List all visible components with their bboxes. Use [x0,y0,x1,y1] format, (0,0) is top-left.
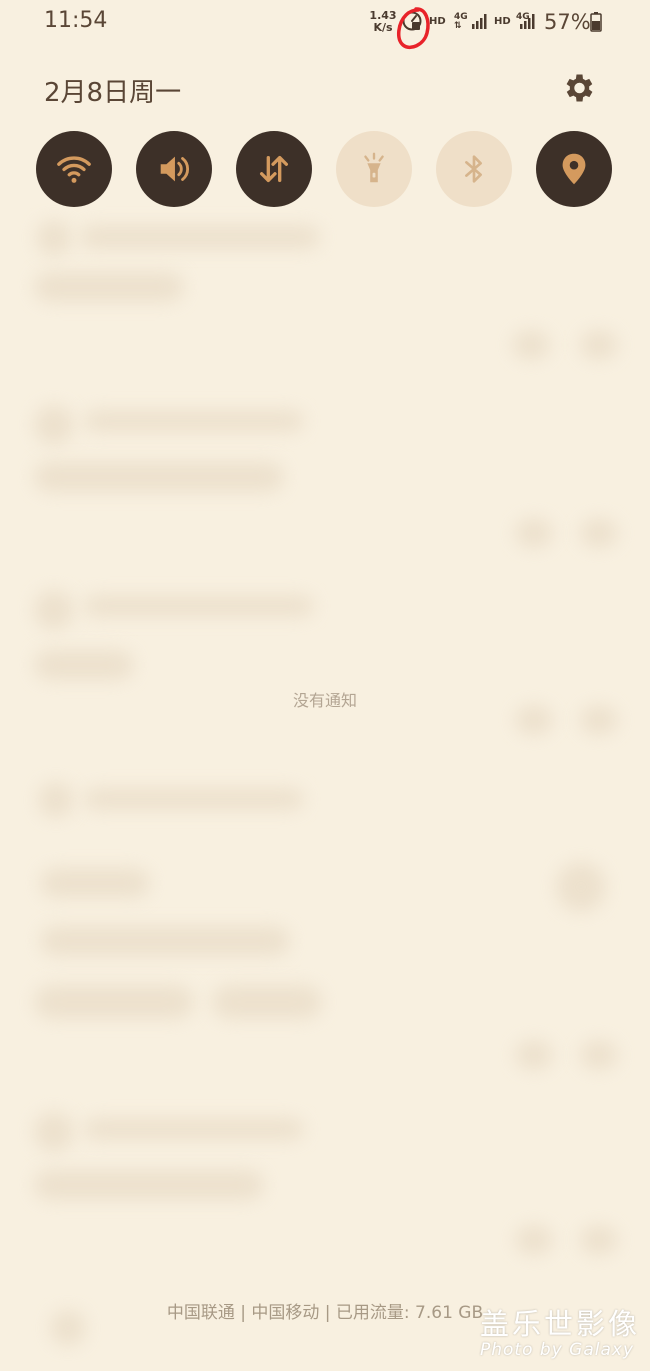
sim1-hd-label: HD [429,16,446,27]
watermark-subtitle: Photo by Galaxy [480,1340,635,1360]
wifi-icon [57,156,91,183]
gear-icon[interactable] [560,70,596,106]
watermark-title: 盖乐世影像 [480,1307,641,1341]
camera-watermark: 盖乐世影像 Photo by Galaxy [480,1308,640,1360]
mobile-data-toggle[interactable] [236,131,312,207]
wifi-toggle[interactable] [36,131,112,207]
data-arrows-icon [259,155,289,183]
location-toggle[interactable] [536,131,612,207]
bluetooth-toggle[interactable] [436,131,512,207]
sim1-signal-icon [472,14,487,29]
sound-toggle[interactable] [136,131,212,207]
flashlight-toggle[interactable] [336,131,412,207]
sim2-signal-icon [520,14,535,29]
sim1-data-arrows-icon: ⇅ [454,21,462,31]
highlight-circle-annotation [397,7,430,50]
location-pin-icon [562,153,586,185]
status-time: 11:54 [44,8,108,33]
bluetooth-icon [465,155,482,183]
date-label: 2月8日周一 [44,78,182,108]
no-notifications-text: 没有通知 [292,691,357,710]
speaker-icon [160,156,190,182]
flashlight-icon [364,152,384,183]
battery-percentage: 57% [544,10,591,34]
status-bar: 11:54 1.43 K/s HD 4G ⇅ HD 4G 57% [0,0,650,50]
battery-icon [590,12,602,32]
sim2-hd-label: HD [494,16,511,27]
